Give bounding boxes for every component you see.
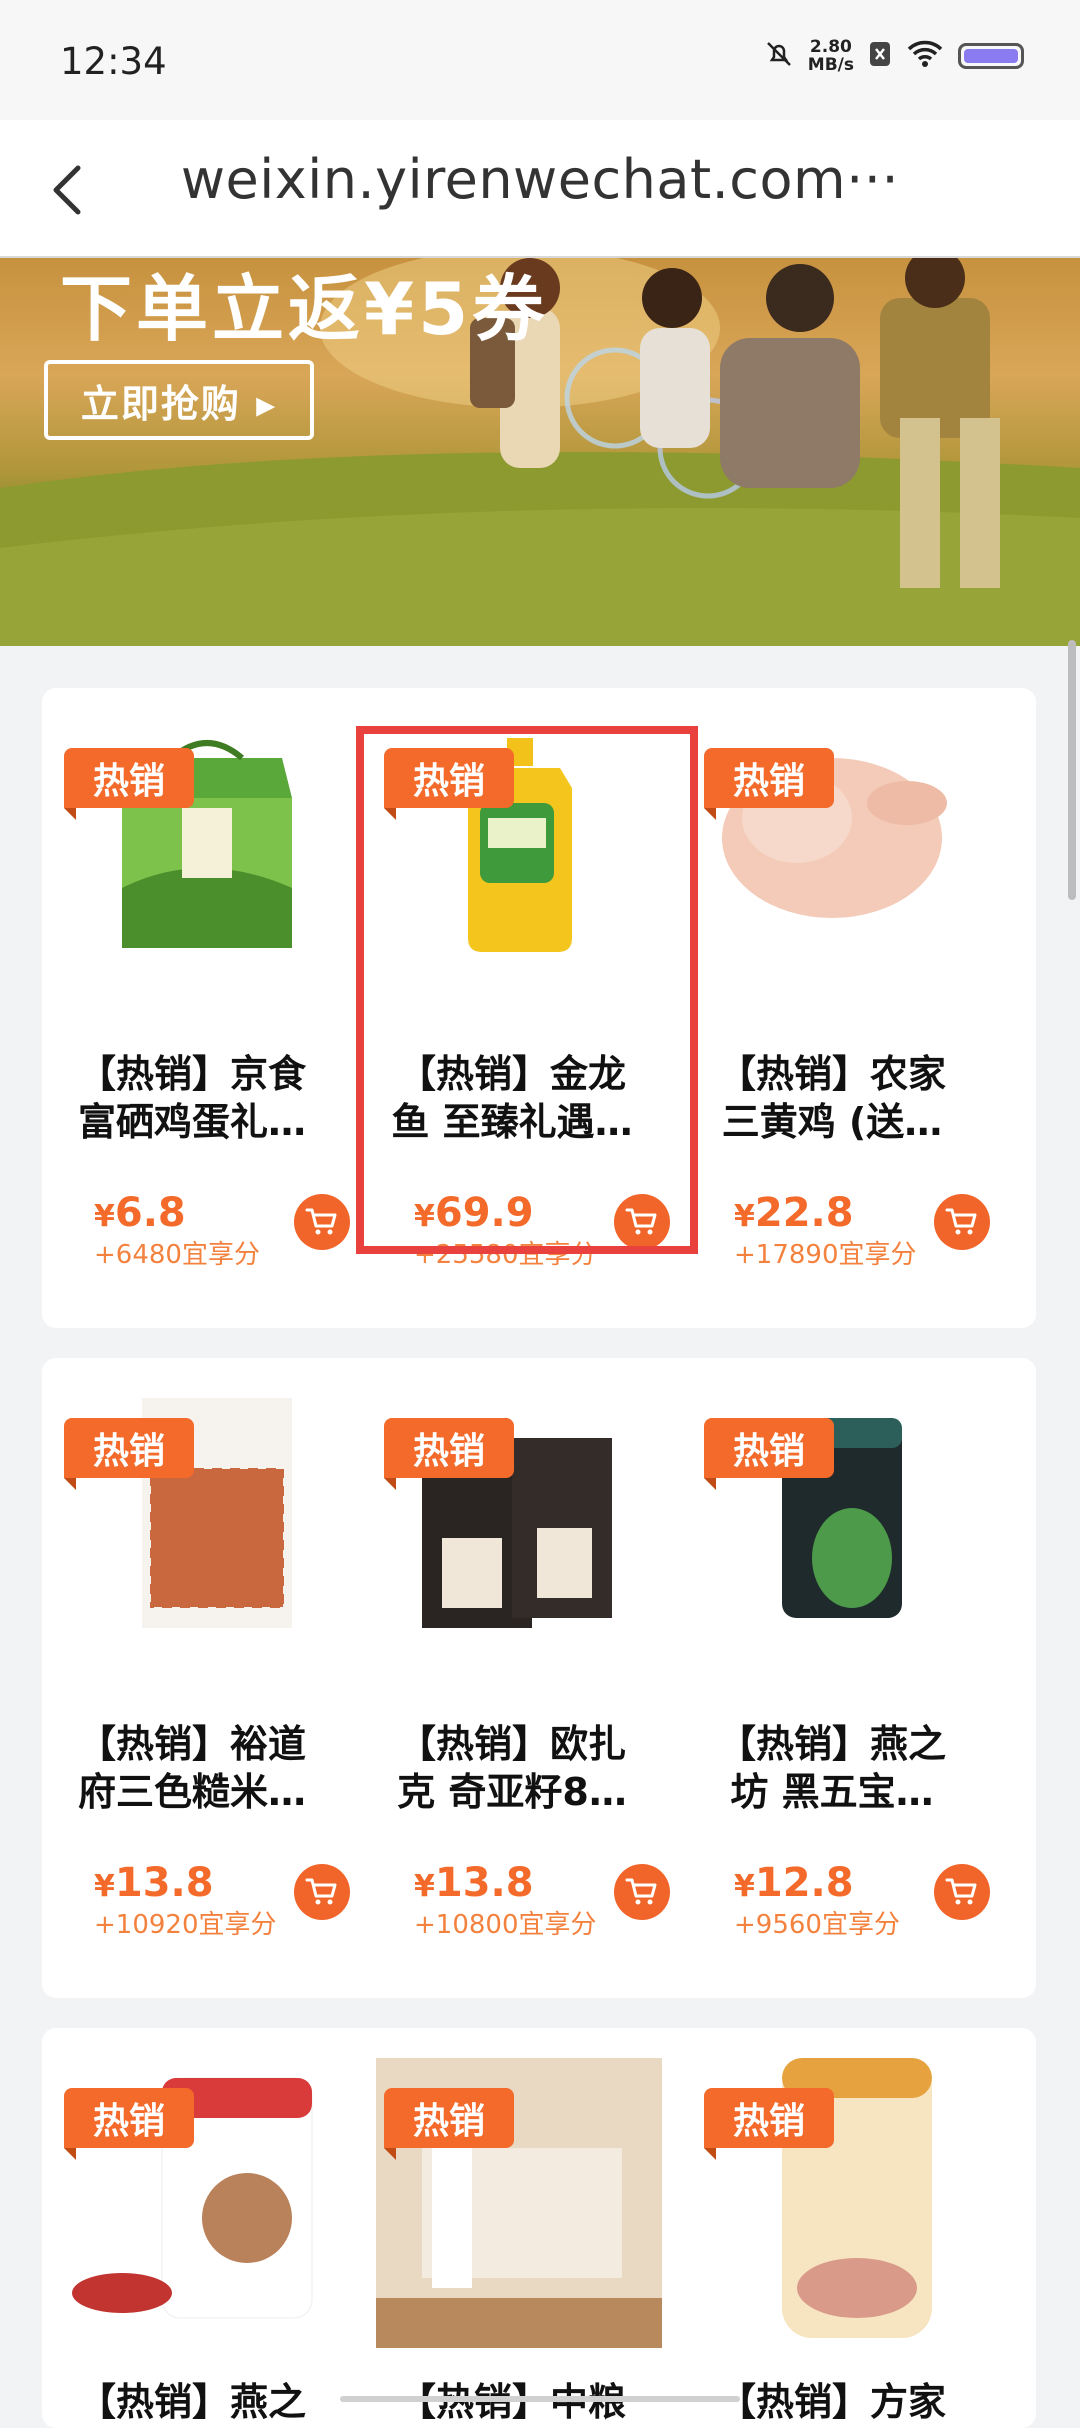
cart-icon <box>945 1208 977 1235</box>
price-value: 6.8 <box>114 1190 186 1236</box>
price-value: 13.8 <box>114 1860 214 1906</box>
currency-symbol: ¥ <box>94 1199 115 1234</box>
price-value: 22.8 <box>754 1190 854 1236</box>
product-points: +17890宜享分 <box>734 1240 917 1270</box>
product-price: ¥22.8 <box>734 1190 854 1236</box>
product-name-line1: 【热销】农家 <box>717 1052 946 1096</box>
product-name-line2: 坊 黑五宝… <box>730 1770 934 1814</box>
cart-icon <box>945 1878 977 1905</box>
hot-sale-badge: 热销 <box>64 748 194 820</box>
sim-icon <box>868 40 892 72</box>
product-name-line1: 【热销】京食 <box>77 1052 306 1096</box>
product-image <box>42 1358 342 1658</box>
product-name-line2: 富硒鸡蛋礼… <box>77 1100 306 1144</box>
product-section-2: 热销 【热销】裕道 府三色糙米… ¥13.8 +10920宜享分 热销 【热销】… <box>42 1358 1036 1998</box>
status-bar: 12:34 2.80 MB/s <box>0 0 1080 120</box>
mute-icon <box>764 39 794 73</box>
nav-bar: weixin.yirenwechat.com··· <box>0 120 1080 258</box>
home-indicator <box>340 2396 740 2402</box>
product-points: +6480宜享分 <box>94 1240 260 1270</box>
product-name-line2: 三黄鸡 (送… <box>721 1100 943 1144</box>
product-price: ¥13.8 <box>414 1860 534 1906</box>
product-price: ¥6.8 <box>94 1190 186 1236</box>
promo-banner[interactable]: 下单立返¥5券 立即抢购 ▸ <box>0 258 1080 646</box>
add-to-cart-button[interactable] <box>294 1864 350 1920</box>
scrollbar[interactable] <box>1068 640 1076 900</box>
product-name-line1: 【热销】燕之 <box>717 1722 946 1766</box>
cart-icon <box>305 1878 337 1905</box>
product-name: 【热销】方家 <box>682 2378 982 2426</box>
network-speed: 2.80 MB/s <box>808 38 854 74</box>
wifi-icon <box>906 39 944 73</box>
banner-title: 下单立返¥5券 <box>60 267 549 351</box>
product-points: +10920宜享分 <box>94 1910 277 1940</box>
hot-sale-badge: 热销 <box>384 2088 514 2160</box>
product-name-line1: 【热销】中粮 <box>397 2380 626 2424</box>
product-name-line1: 【热销】方家 <box>717 2380 946 2424</box>
price-value: 12.8 <box>754 1860 854 1906</box>
product-price: ¥13.8 <box>94 1860 214 1906</box>
currency-symbol: ¥ <box>734 1869 755 1904</box>
hot-sale-badge: 热销 <box>64 2088 194 2160</box>
product-price: ¥12.8 <box>734 1860 854 1906</box>
product-name-line2: 府三色糙米… <box>77 1770 306 1814</box>
currency-symbol: ¥ <box>94 1869 115 1904</box>
product-name: 【热销】裕道 府三色糙米… <box>42 1720 342 1816</box>
product-name: 【热销】燕之 坊 黑五宝… <box>682 1720 982 1816</box>
cart-icon <box>305 1208 337 1235</box>
cart-icon <box>625 1878 657 1905</box>
product-name: 【热销】京食 富硒鸡蛋礼… <box>42 1050 342 1146</box>
hot-sale-badge: 热销 <box>64 1418 194 1490</box>
product-image <box>682 2028 982 2338</box>
product-name-line1: 【热销】燕之 <box>77 2380 306 2424</box>
add-to-cart-button[interactable] <box>934 1194 990 1250</box>
status-time: 12:34 <box>60 40 167 83</box>
battery-icon <box>958 43 1024 69</box>
price-value: 13.8 <box>434 1860 534 1906</box>
product-image <box>362 1358 662 1658</box>
status-icons: 2.80 MB/s <box>764 38 1024 74</box>
buy-now-button[interactable]: 立即抢购 ▸ <box>44 360 314 440</box>
product-name-line1: 【热销】欧扎 <box>397 1722 626 1766</box>
product-points: +9560宜享分 <box>734 1910 900 1940</box>
product-name-line2: 克 奇亚籽8… <box>397 1770 627 1814</box>
currency-symbol: ¥ <box>734 1199 755 1234</box>
product-image <box>362 2028 666 2348</box>
add-to-cart-button[interactable] <box>294 1194 350 1250</box>
product-name-line1: 【热销】裕道 <box>77 1722 306 1766</box>
product-image <box>682 688 982 988</box>
add-to-cart-button[interactable] <box>614 1864 670 1920</box>
product-points: +10800宜享分 <box>414 1910 597 1940</box>
page-url-title: weixin.yirenwechat.com··· <box>180 148 900 211</box>
product-name: 【热销】农家 三黄鸡 (送… <box>682 1050 982 1146</box>
product-name: 【热销】欧扎 克 奇亚籽8… <box>362 1720 662 1816</box>
product-image <box>682 1358 982 1658</box>
product-image <box>42 688 342 988</box>
product-name: 【热销】燕之 <box>42 2378 342 2426</box>
selected-product-highlight <box>356 726 698 1254</box>
hot-sale-badge: 热销 <box>704 2088 834 2160</box>
product-image <box>42 2028 342 2328</box>
product-section-3: 热销 【热销】燕之 热销 【热销】中粮 热销 【热销】方家 <box>42 2028 1036 2428</box>
hot-sale-badge: 热销 <box>384 1418 514 1490</box>
currency-symbol: ¥ <box>414 1869 435 1904</box>
product-name: 【热销】中粮 <box>362 2378 662 2426</box>
speed-value: 2.80 <box>809 37 852 57</box>
hot-sale-badge: 热销 <box>704 1418 834 1490</box>
speed-unit: MB/s <box>807 55 854 75</box>
add-to-cart-button[interactable] <box>934 1864 990 1920</box>
hot-sale-badge: 热销 <box>704 748 834 820</box>
